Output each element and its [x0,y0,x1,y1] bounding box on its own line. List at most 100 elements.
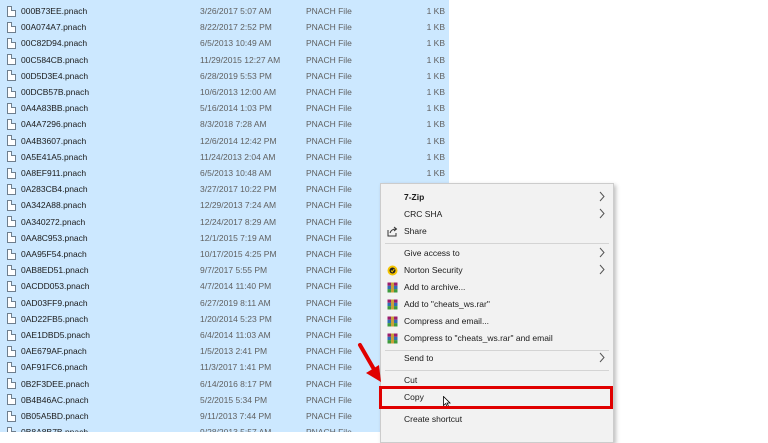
file-name: 0B4B46AC.pnach [21,395,89,405]
file-date-modified: 12/24/2017 8:29 AM [200,217,276,227]
share-icon [387,226,398,237]
file-date-modified: 3/27/2017 10:22 PM [200,184,277,194]
menu-item-compress-to-rar-and-email[interactable]: Compress to "cheats_ws.rar" and email [381,330,613,346]
menu-item-give-access[interactable]: Give access to [381,245,613,261]
file-type: PNACH File [306,233,352,243]
file-name: 0B2F3DEE.pnach [21,379,89,389]
file-date-modified: 1/5/2013 2:41 PM [200,346,267,356]
file-row[interactable]: 0A8EF911.pnach6/5/2013 10:48 AMPNACH Fil… [0,165,449,181]
file-icon [7,411,16,422]
file-icon [7,313,16,324]
file-icon [7,297,16,308]
menu-item-add-to-rar[interactable]: Add to "cheats_ws.rar" [381,296,613,312]
file-icon [7,378,16,389]
file-type: PNACH File [306,427,352,432]
file-icon [7,119,16,130]
menu-item-label: Give access to [404,248,460,258]
file-row[interactable]: 0A5E41A5.pnach11/24/2013 2:04 AMPNACH Fi… [0,149,449,165]
file-icon [7,394,16,405]
winrar-icon [387,333,398,344]
file-name: 0A4A7296.pnach [21,119,86,129]
file-type: PNACH File [306,379,352,389]
file-date-modified: 6/5/2013 10:49 AM [200,38,271,48]
menu-item-send-to[interactable]: Send to [381,350,613,366]
file-date-modified: 4/7/2014 11:40 PM [200,281,271,291]
file-row[interactable]: 0A4A7296.pnach8/3/2018 7:28 AMPNACH File… [0,116,449,132]
file-icon [7,6,16,17]
file-type: PNACH File [306,314,352,324]
menu-item-crc-sha[interactable]: CRC SHA [381,206,613,222]
file-name: 0AE679AF.pnach [21,346,87,356]
file-name: 00C584CB.pnach [21,55,88,65]
file-date-modified: 3/26/2017 5:07 AM [200,6,271,16]
file-date-modified: 10/6/2013 12:00 AM [200,87,276,97]
file-icon [7,362,16,373]
menu-item-7zip[interactable]: 7-Zip [381,189,613,205]
menu-item-label: Compress to "cheats_ws.rar" and email [404,333,553,343]
file-row[interactable]: 00DCB57B.pnach10/6/2013 12:00 AMPNACH Fi… [0,84,449,100]
file-type: PNACH File [306,298,352,308]
file-size: 1 KB [427,22,445,32]
file-date-modified: 6/4/2014 11:03 AM [200,330,271,340]
file-date-modified: 6/27/2019 8:11 AM [200,298,271,308]
file-size: 1 KB [427,38,445,48]
menu-item-label: CRC SHA [404,209,442,219]
file-date-modified: 12/29/2013 7:24 AM [200,200,276,210]
file-type: PNACH File [306,281,352,291]
menu-item-share[interactable]: Share [381,223,613,239]
menu-item-create-shortcut[interactable]: Create shortcut [381,411,613,427]
file-icon [7,22,16,33]
file-date-modified: 12/1/2015 7:19 AM [200,233,271,243]
menu-item-label: Share [404,226,427,236]
file-type: PNACH File [306,71,352,81]
menu-item-label: Compress and email... [404,316,489,326]
norton-icon [387,265,398,276]
file-row[interactable]: 0A4B3607.pnach12/6/2014 12:42 PMPNACH Fi… [0,133,449,149]
file-type: PNACH File [306,265,352,275]
file-row[interactable]: 00A074A7.pnach8/22/2017 2:52 PMPNACH Fil… [0,19,449,35]
file-row[interactable]: 000B73EE.pnach 3/26/2017 5:07 AM PNACH Fil… [0,3,449,19]
menu-item-norton-security[interactable]: Norton Security [381,262,613,278]
file-name: 0AB8ED51.pnach [21,265,89,275]
file-row[interactable]: 00C82D94.pnach6/5/2013 10:49 AMPNACH Fil… [0,35,449,51]
menu-item-compress-and-email[interactable]: Compress and email... [381,313,613,329]
file-name: 0AE1DBD5.pnach [21,330,90,340]
file-type: PNACH File [306,22,352,32]
file-icon [7,200,16,211]
file-name: 0A283CB4.pnach [21,184,88,194]
file-type: PNACH File [306,38,352,48]
file-type: PNACH File [306,168,352,178]
file-icon [7,281,16,292]
file-icon [7,168,16,179]
file-type: PNACH File [306,152,352,162]
winrar-icon [387,316,398,327]
file-row[interactable]: 00C584CB.pnach11/29/2015 12:27 AMPNACH F… [0,52,449,68]
menu-item-add-to-archive[interactable]: Add to archive... [381,279,613,295]
chevron-right-icon [599,264,605,275]
file-size: 1 KB [427,71,445,81]
file-date-modified: 5/2/2015 5:34 PM [200,395,267,405]
file-date-modified: 12/6/2014 12:42 PM [200,136,277,146]
file-row[interactable]: 0A4A83BB.pnach5/16/2014 1:03 PMPNACH Fil… [0,100,449,116]
file-size: 1 KB [427,152,445,162]
menu-item-label: Add to archive... [404,282,465,292]
file-type: PNACH File [306,6,352,16]
file-date-modified: 9/28/2013 5:57 AM [200,427,271,432]
menu-item-label: 7-Zip [404,192,424,202]
file-name: 0AD22FB5.pnach [21,314,88,324]
file-icon [7,184,16,195]
file-icon [7,427,16,432]
file-name: 0AA8C953.pnach [21,233,88,243]
file-date-modified: 10/17/2015 4:25 PM [200,249,277,259]
file-name: 0A8EF911.pnach [21,168,86,178]
file-date-modified: 8/3/2018 7:28 AM [200,119,267,129]
file-date-modified: 9/7/2017 5:55 PM [200,265,267,275]
file-name: 000B73EE.pnach [21,6,87,16]
file-type: PNACH File [306,55,352,65]
file-type: PNACH File [306,362,352,372]
file-name: 0A4A83BB.pnach [21,103,88,113]
file-type: PNACH File [306,217,352,227]
file-row[interactable]: 00D5D3E4.pnach6/28/2019 5:53 PMPNACH Fil… [0,68,449,84]
file-date-modified: 5/16/2014 1:03 PM [200,103,272,113]
menu-item-label: Send to [404,353,433,363]
